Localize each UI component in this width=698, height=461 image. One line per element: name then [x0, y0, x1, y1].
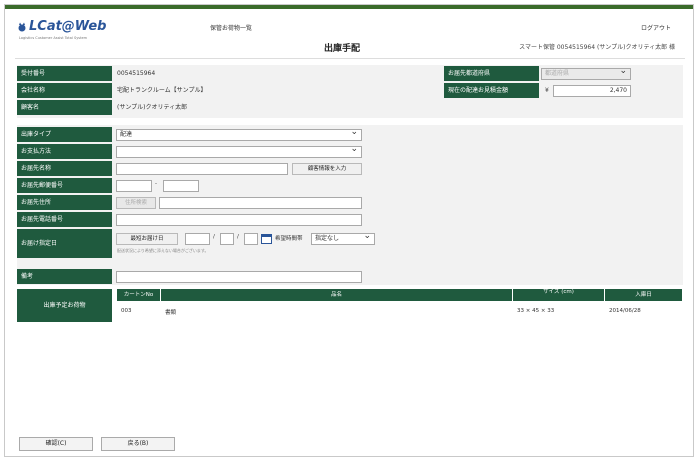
col-item-name: 品名 — [161, 289, 513, 301]
shipping-type-select[interactable]: 配達 — [116, 127, 362, 141]
date-day-input[interactable] — [244, 233, 258, 245]
items-table: カートンNo 品名 サイズ (cm) 入庫日 003 書類 33 × 45 × … — [117, 289, 683, 322]
date-slash-2: / — [237, 234, 239, 240]
back-button[interactable]: 戻る(B) — [101, 437, 175, 451]
pref-select[interactable]: 都道府県 — [541, 66, 631, 80]
customer-name-value: (サンプル)クオリティ太郎 — [117, 104, 188, 111]
time-slot-label: 希望時間帯 — [275, 236, 303, 242]
page-title: 出庫手配 — [324, 44, 361, 54]
pref-label: お届先都道府県 — [444, 66, 539, 81]
zip-input-1[interactable] — [116, 180, 152, 192]
col-carton: カートンNo — [117, 289, 161, 301]
company-value: 宅配トランクルーム【サンプル】 — [117, 87, 207, 94]
confirm-button[interactable]: 確認(C) — [19, 437, 93, 451]
app-logo: LCat@Web — [17, 19, 106, 34]
date-year-input[interactable] — [185, 233, 210, 245]
notes-label: 備考 — [17, 269, 112, 284]
cell-item-name: 書類 — [165, 310, 177, 316]
app-window: LCat@Web Logistics Customer Assist Total… — [4, 4, 694, 457]
cell-size: 33 × 45 × 33 — [517, 308, 555, 314]
table-row[interactable]: 003 書類 33 × 45 × 33 2014/06/28 — [117, 303, 683, 320]
shipping-type-label: 出庫タイプ — [17, 127, 112, 142]
logo-cat-icon — [18, 22, 26, 31]
zip-label: お届先郵便番号 — [17, 178, 112, 193]
header-divider — [15, 58, 685, 59]
date-month-input[interactable] — [220, 233, 234, 245]
top-accent-bar — [5, 5, 693, 9]
delivery-date-label: お届け指定日 — [17, 229, 112, 258]
address-input[interactable] — [159, 197, 362, 209]
phone-label: お届先電話番号 — [17, 212, 112, 227]
receipt-no-label: 受付番号 — [17, 66, 112, 81]
fee-currency: ¥ — [545, 87, 549, 94]
time-slot-select[interactable]: 指定なし — [311, 231, 375, 245]
stored-items-link[interactable]: 保管お荷物一覧 — [210, 23, 252, 32]
dest-name-input[interactable] — [116, 163, 288, 175]
date-slash-1: / — [213, 234, 215, 240]
logo-text: LCat@Web — [29, 19, 107, 34]
calendar-icon[interactable] — [261, 233, 272, 244]
user-info: スマート保管 0054515964 (サンプル)クオリティ太郎 様 — [519, 44, 675, 51]
col-stored-date: 入庫日 — [605, 289, 683, 301]
payment-select[interactable] — [116, 144, 362, 158]
items-section-label: 出庫予定お荷物 — [17, 289, 112, 322]
company-label: 会社名称 — [17, 83, 112, 98]
phone-input[interactable] — [116, 214, 362, 226]
zip-input-2[interactable] — [163, 180, 199, 192]
customer-name-label: 顧客名 — [17, 100, 112, 115]
shortest-date-button[interactable]: 最短お届け日 — [116, 233, 178, 245]
col-size: サイズ (cm) — [513, 289, 605, 301]
address-search-button[interactable]: 住所検索 — [116, 197, 156, 209]
zip-dash: - — [155, 181, 157, 187]
address-label: お届先住所 — [17, 195, 112, 210]
fee-value-field: 2,470 — [553, 85, 631, 97]
cell-carton: 003 — [121, 308, 132, 314]
receipt-no-value: 0054515964 — [117, 70, 156, 77]
notes-input[interactable] — [116, 271, 362, 283]
cell-stored-date: 2014/06/28 — [609, 308, 641, 314]
delivery-note: 配送状況により希望に添えない場合がございます。 — [117, 248, 209, 253]
fill-customer-info-button[interactable]: 顧客情報を入力 — [292, 163, 362, 175]
logout-link[interactable]: ログアウト — [641, 23, 671, 32]
logo-subtitle: Logistics Customer Assist Total System — [19, 36, 88, 40]
fee-label: 現在の配達お見積金額 — [444, 83, 539, 98]
dest-name-label: お届先名称 — [17, 161, 112, 176]
payment-label: お支払方法 — [17, 144, 112, 159]
